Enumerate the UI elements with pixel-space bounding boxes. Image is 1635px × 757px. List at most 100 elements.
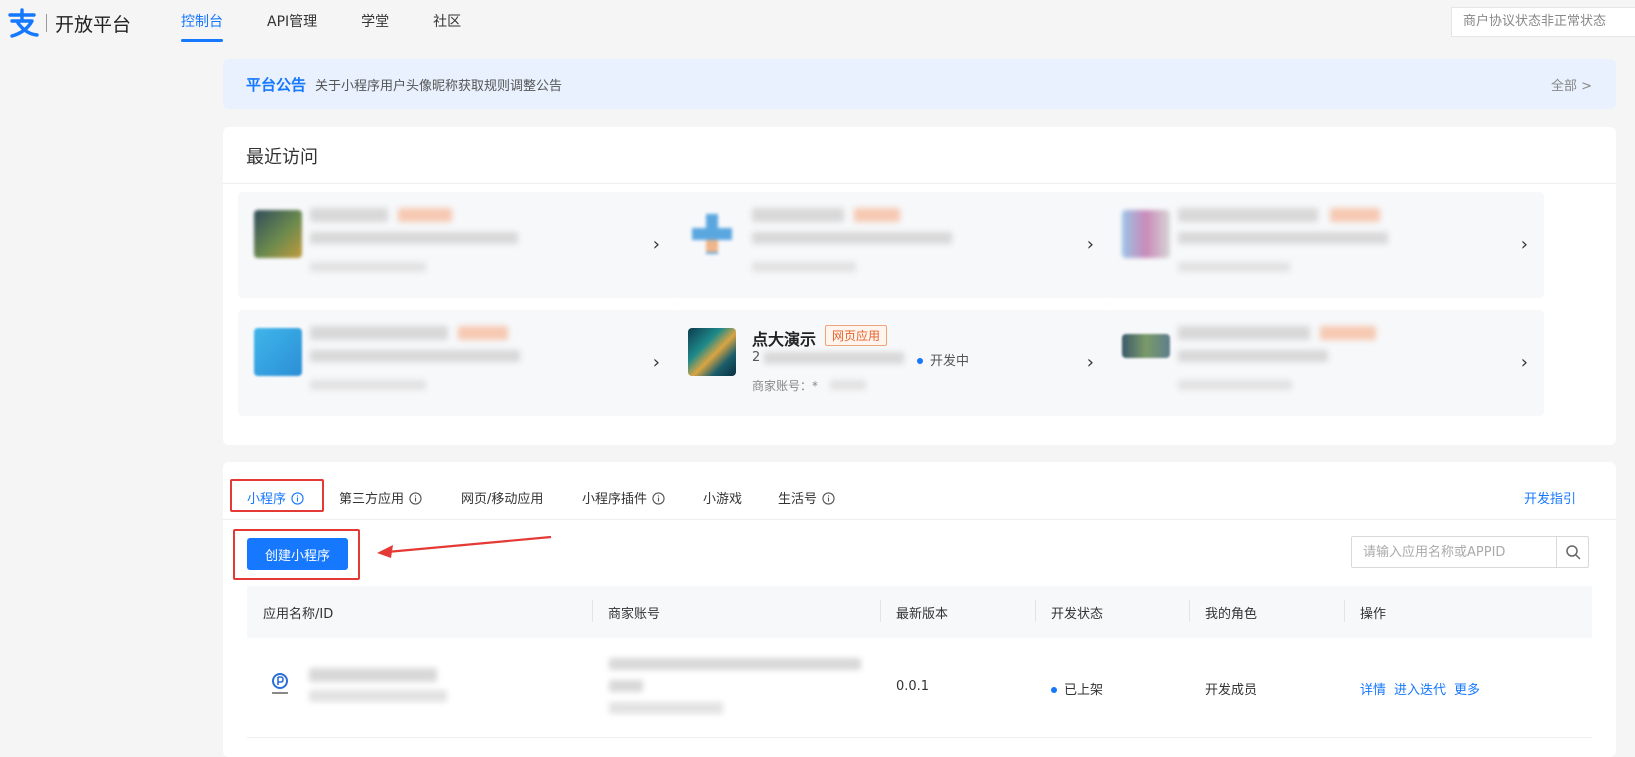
- nav-console[interactable]: 控制台: [181, 0, 223, 44]
- column-separator: [880, 600, 881, 622]
- app-type-tag: 网页应用: [825, 325, 888, 346]
- platform-announcement: 平台公告 关于小程序用户头像昵称获取规则调整公告 全部 >: [223, 59, 1616, 109]
- divider: [223, 183, 1616, 184]
- blurred-id: [1178, 350, 1328, 362]
- more-link[interactable]: 更多: [1454, 683, 1480, 698]
- tab-label: 生活号: [778, 492, 818, 507]
- column-header-merchant: 商家账号: [608, 607, 661, 622]
- brand-logo[interactable]: 开放平台: [6, 8, 131, 38]
- chevron-right-icon: ›: [652, 352, 660, 373]
- chevron-right-icon: ›: [1086, 352, 1094, 373]
- app-version: 0.0.1: [896, 679, 930, 694]
- top-header: 开放平台 控制台 API管理 学堂 社区 商户协议状态非正常状态: [0, 0, 1635, 44]
- tab-web-mobile-app[interactable]: 网页/移动应用: [461, 488, 543, 507]
- app-table-header: 应用名称/ID 商家账号 最新版本 开发状态 我的角色 操作: [247, 586, 1592, 638]
- logo-separator: [46, 14, 47, 32]
- recent-app-tile-featured[interactable]: 点大演示 网页应用 2 开发中 商家账号：* ›: [672, 310, 1110, 416]
- blurred-tag: [1320, 326, 1376, 340]
- tab-third-party-app[interactable]: 第三方应用: [339, 488, 422, 507]
- app-thumbnail: [254, 210, 302, 258]
- column-separator: [1035, 600, 1036, 622]
- blurred-name: [1178, 326, 1310, 340]
- recent-app-tile[interactable]: ›: [238, 310, 676, 416]
- recent-app-tile[interactable]: ›: [1106, 310, 1544, 416]
- app-thumbnail: [688, 328, 736, 376]
- chevron-right-icon: ›: [652, 234, 660, 255]
- blurred-name: [1178, 208, 1318, 222]
- recent-visits-card: 最近访问 › › › › 点大演示 网页应用 2 开发中 商家账号：* › ›: [223, 127, 1616, 445]
- dev-guide-link[interactable]: 开发指引: [1524, 488, 1576, 507]
- app-dev-status: 已上架: [1051, 679, 1103, 698]
- column-separator: [592, 600, 593, 622]
- blurred-merchant-account: [609, 702, 723, 714]
- info-icon[interactable]: [652, 492, 665, 505]
- app-name: 点大演示: [752, 330, 817, 349]
- blurred-tag: [1330, 208, 1380, 222]
- app-id-prefix: 2: [752, 350, 761, 365]
- annotation-arrow-icon: [377, 535, 552, 558]
- app-logo-icon: [272, 673, 288, 694]
- search-button[interactable]: [1556, 537, 1588, 567]
- status-label: 开发中: [930, 354, 970, 369]
- blurred-name: [752, 208, 844, 222]
- blurred-merchant-account: [609, 680, 643, 692]
- status-dot-icon: [1051, 686, 1057, 693]
- column-header-dev-status: 开发状态: [1051, 607, 1104, 622]
- tab-label: 第三方应用: [339, 492, 405, 507]
- announcement-text[interactable]: 关于小程序用户头像昵称获取规则调整公告: [315, 75, 562, 94]
- chevron-right-icon: ›: [1086, 234, 1094, 255]
- app-management-card: 小程序 第三方应用 网页/移动应用 小程序插件 小游戏 生活号 开发指引 创建小…: [223, 462, 1616, 757]
- blurred-id: [310, 350, 520, 362]
- nav-community[interactable]: 社区: [433, 0, 461, 44]
- blurred-name: [310, 208, 388, 222]
- column-separator: [1344, 600, 1345, 622]
- create-mini-program-button[interactable]: 创建小程序: [247, 538, 348, 570]
- nav-academy[interactable]: 学堂: [361, 0, 389, 44]
- column-header-version: 最新版本: [896, 607, 949, 622]
- blurred-merchant: [1178, 380, 1292, 390]
- info-icon[interactable]: [822, 492, 835, 505]
- tab-mini-program-plugin[interactable]: 小程序插件: [582, 488, 665, 507]
- blurred-app-name: [309, 668, 437, 682]
- tab-label: 小游戏: [703, 492, 743, 507]
- app-thumbnail: [688, 210, 736, 258]
- my-role: 开发成员: [1205, 683, 1258, 698]
- details-link[interactable]: 详情: [1360, 683, 1386, 698]
- recent-app-tile[interactable]: ›: [238, 192, 676, 298]
- enter-iteration-link[interactable]: 进入迭代: [1394, 683, 1446, 698]
- blurred-tag: [398, 208, 452, 222]
- table-row: 0.0.1 已上架 开发成员 详情 进入迭代 更多: [247, 638, 1592, 738]
- tab-mini-game[interactable]: 小游戏: [703, 488, 742, 507]
- column-header-role: 我的角色: [1205, 607, 1258, 622]
- merchant-status-notice[interactable]: 商户协议状态非正常状态: [1451, 7, 1635, 37]
- app-search-input[interactable]: [1352, 537, 1557, 567]
- app-dev-status: 开发中: [917, 350, 969, 369]
- search-icon: [1565, 545, 1580, 560]
- alipay-logo-icon: [8, 8, 39, 38]
- tab-label: 小程序插件: [582, 492, 648, 507]
- recent-app-tile[interactable]: ›: [1106, 192, 1544, 298]
- tab-life-account[interactable]: 生活号: [778, 488, 835, 507]
- blurred-merchant: [830, 380, 866, 390]
- highlight-box-tab: [230, 479, 324, 512]
- blurred-app-id: [309, 690, 447, 702]
- tab-label: 网页/移动应用: [461, 492, 544, 507]
- app-search: [1351, 536, 1589, 568]
- main-nav: 控制台 API管理 学堂 社区: [181, 0, 505, 44]
- nav-api-management[interactable]: API管理: [267, 0, 317, 44]
- blurred-name: [310, 326, 448, 340]
- blurred-tag: [854, 208, 900, 222]
- info-icon[interactable]: [409, 492, 422, 505]
- chevron-right-icon: ›: [1520, 352, 1528, 373]
- blurred-id: [764, 352, 904, 364]
- announcement-all-link[interactable]: 全部 >: [1551, 75, 1592, 94]
- recent-app-tile[interactable]: ›: [672, 192, 1110, 298]
- column-separator: [1189, 600, 1190, 622]
- app-thumbnail: [1122, 210, 1170, 258]
- blurred-id: [1178, 232, 1388, 244]
- blurred-id: [310, 232, 518, 244]
- app-type-tabs: 小程序 第三方应用 网页/移动应用 小程序插件 小游戏 生活号 开发指引: [223, 462, 1616, 520]
- app-thumbnail: [254, 328, 302, 376]
- recent-visits-title: 最近访问: [246, 147, 318, 168]
- blurred-id: [752, 232, 952, 244]
